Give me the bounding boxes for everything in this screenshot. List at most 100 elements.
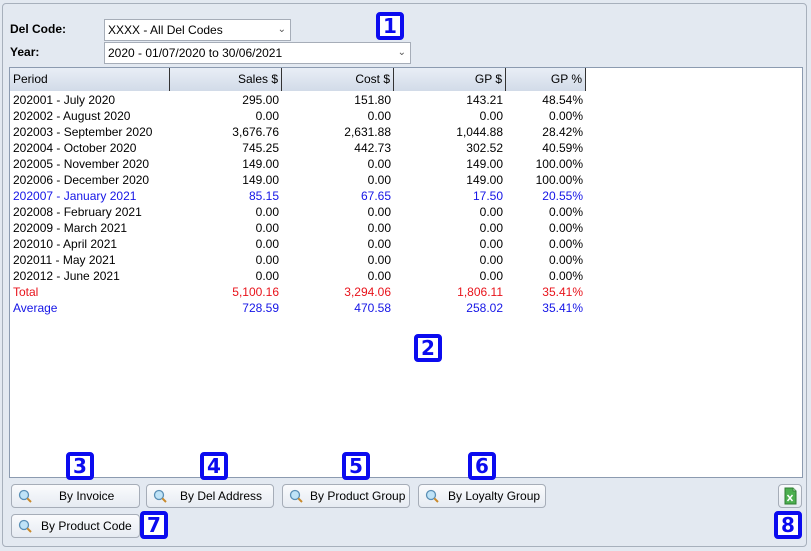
cell-sales: 745.25 [242,141,279,155]
column-header-cost[interactable]: Cost $ [282,68,394,91]
cell-cost: 0.00 [367,205,391,219]
table-row[interactable]: 202003 - September 2020 3,676.76 2,631.88 1… [10,124,586,140]
cell-sales: 295.00 [242,93,279,107]
cell-sales: 0.00 [255,237,279,251]
cell-cost: 0.00 [367,157,391,171]
del-code-label: Del Code: [10,22,67,36]
table-header: Period Sales $ Cost $ GP $ GP % [10,68,586,91]
cell-sales: 3,676.76 [232,125,279,139]
cell-cost: 67.65 [360,189,391,203]
cell-gp: 17.50 [472,189,503,203]
table-row[interactable]: 202005 - November 2020 149.00 0.00 149.00 10… [10,156,586,172]
column-header-period[interactable]: Period [10,68,170,91]
cell-gp: 0.00 [479,109,503,123]
annotation-badge-5: 5 [342,452,370,480]
magnifier-icon [18,519,32,533]
annotation-badge-4: 4 [200,452,228,480]
del-code-value: XXXX - All Del Codes [108,23,223,37]
year-select[interactable]: 2020 - 01/07/2020 to 30/06/2021 ⌄ [104,42,411,64]
cell-gp: 0.00 [479,221,503,235]
by-product-group-button[interactable]: By Product Group [282,484,410,508]
cell-gp-pct: 0.00% [548,269,583,283]
cell-period: Total [13,285,39,299]
cell-gp: 0.00 [479,269,503,283]
chevron-down-icon: ⌄ [277,24,286,35]
cell-gp-pct: 0.00% [548,253,583,267]
cell-sales: 0.00 [255,221,279,235]
table-row[interactable]: 202009 - March 2021 0.00 0.00 0.00 0.00% [10,220,586,236]
table-row[interactable]: 202004 - October 2020 745.25 442.73 302.52 4… [10,140,586,156]
cell-cost: 470.58 [354,301,391,315]
cell-cost: 0.00 [367,269,391,283]
cell-gp-pct: 48.54% [542,93,583,107]
column-header-gp[interactable]: GP $ [394,68,506,91]
cell-cost: 0.00 [367,109,391,123]
cell-period: 202011 - May 2021 [13,253,116,267]
table-row[interactable]: 202008 - February 2021 0.00 0.00 0.00 0.00% [10,204,586,220]
cell-cost: 0.00 [367,237,391,251]
cell-gp-pct: 28.42% [542,125,583,139]
cell-gp: 143.21 [466,93,503,107]
annotation-badge-2: 2 [414,334,442,362]
cell-cost: 0.00 [367,173,391,187]
by-product-code-button[interactable]: By Product Code [11,514,140,538]
average-row[interactable]: Average 728.59 470.58 258.02 35.41% [10,300,586,316]
cell-sales: 0.00 [255,109,279,123]
by-product-code-label: By Product Code [41,519,132,533]
column-header-sales[interactable]: Sales $ [170,68,282,91]
cell-cost: 0.00 [367,221,391,235]
cell-gp-pct: 100.00% [535,157,583,171]
excel-export-button[interactable] [778,484,802,508]
table-row[interactable]: 202012 - June 2021 0.00 0.00 0.00 0.00% [10,268,586,284]
table-row[interactable]: 202010 - April 2021 0.00 0.00 0.00 0.00% [10,236,586,252]
year-value: 2020 - 01/07/2020 to 30/06/2021 [108,46,283,60]
year-label: Year: [10,45,40,59]
cell-period: 202007 - January 2021 [13,189,137,203]
cell-period: Average [13,301,58,315]
cell-sales: 85.15 [248,189,279,203]
table-row[interactable]: 202011 - May 2021 0.00 0.00 0.00 0.00% [10,252,586,268]
total-row[interactable]: Total 5,100.16 3,294.06 1,806.11 35.41% [10,284,586,300]
cell-gp-pct: 0.00% [548,205,583,219]
cell-period: 202001 - July 2020 [13,93,116,107]
cell-gp-pct: 35.41% [542,285,583,299]
cell-period: 202008 - February 2021 [13,205,142,219]
table-row[interactable]: 202002 - August 2020 0.00 0.00 0.00 0.00% [10,108,586,124]
by-del-address-label: By Del Address [180,489,263,503]
annotation-badge-6: 6 [468,452,496,480]
table-row[interactable]: 202006 - December 2020 149.00 0.00 149.00 10… [10,172,586,188]
magnifier-icon [153,489,167,503]
excel-export-icon [784,487,797,505]
cell-period: 202002 - August 2020 [13,109,131,123]
column-header-gp-pct[interactable]: GP % [506,68,586,91]
cell-gp: 149.00 [466,157,503,171]
cell-gp-pct: 20.55% [542,189,583,203]
cell-gp: 149.00 [466,173,503,187]
cell-gp: 0.00 [479,253,503,267]
cell-gp: 0.00 [479,205,503,219]
cell-gp: 1,044.88 [456,125,503,139]
by-loyalty-group-button[interactable]: By Loyalty Group [418,484,546,508]
cell-gp: 0.00 [479,237,503,251]
cell-gp-pct: 0.00% [548,237,583,251]
cell-cost: 151.80 [354,93,391,107]
cell-gp-pct: 40.59% [542,141,583,155]
magnifier-icon [289,489,303,503]
cell-period: 202003 - September 2020 [13,125,153,139]
cell-cost: 442.73 [354,141,391,155]
del-code-select[interactable]: XXXX - All Del Codes ⌄ [104,19,291,41]
cell-period: 202010 - April 2021 [13,237,118,251]
cell-gp-pct: 100.00% [535,173,583,187]
by-product-group-label: By Product Group [310,489,406,503]
by-invoice-button[interactable]: By Invoice [11,484,140,508]
cell-gp: 302.52 [466,141,503,155]
by-del-address-button[interactable]: By Del Address [146,484,274,508]
annotation-badge-8: 8 [774,511,802,539]
table-row[interactable]: 202001 - July 2020 295.00 151.80 143.21 48.5… [10,92,586,108]
cell-gp: 1,806.11 [457,285,503,299]
cell-sales: 149.00 [242,173,279,187]
cell-sales: 0.00 [255,269,279,283]
sales-table[interactable]: Period Sales $ Cost $ GP $ GP % 202001 -… [9,67,803,478]
by-loyalty-group-label: By Loyalty Group [448,489,541,503]
table-row[interactable]: 202007 - January 2021 85.15 67.65 17.50 20.5… [10,188,586,204]
